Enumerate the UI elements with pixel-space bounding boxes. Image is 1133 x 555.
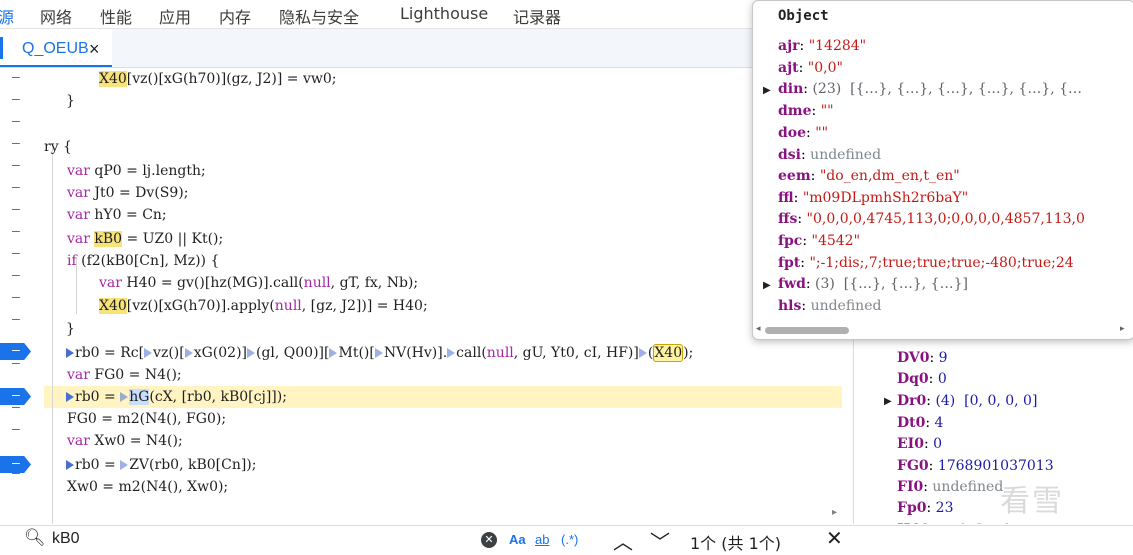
gutter-marker[interactable]: – (12, 312, 20, 327)
tab-recorder[interactable]: 记录器 (513, 4, 561, 28)
code-line: Xw0 = m2(N4(), Xw0); (67, 479, 229, 495)
scope-row[interactable]: Dr0: (4) [0, 0, 0, 0] (897, 393, 1037, 409)
tab-sources[interactable]: 源 (0, 4, 14, 28)
search-match-token: X40 (99, 71, 127, 87)
code-line: X40[vz()[xG(h70)].apply(null, [gz, J2])]… (99, 298, 428, 314)
scroll-right-icon[interactable]: ▸ (832, 507, 837, 518)
popover-prop-row[interactable]: dsi: undefined (778, 147, 881, 163)
scroll-right-icon[interactable]: ▸ (1120, 323, 1125, 334)
gutter-marker[interactable]: – (12, 202, 20, 217)
gutter-marker[interactable]: – (12, 224, 20, 239)
gutter-marker[interactable]: – (12, 70, 20, 85)
code-line: var H40 = gv()[hz(MG)].call(null, gT, fx… (99, 275, 419, 291)
tab-performance[interactable]: 性能 (100, 4, 132, 28)
popover-prop-row[interactable]: ffs: "0,0,0,0,4745,113,0;0,0,0,0,4857,11… (778, 211, 1085, 227)
code-line: rb0 = ZV(rb0, kB0[Cn]); (44, 454, 256, 476)
scope-row[interactable]: Dq0: 0 (897, 371, 947, 387)
gutter-marker[interactable]: – (12, 180, 20, 195)
popover-prop-row[interactable]: fpc: "4542" (778, 233, 860, 249)
gutter-marker[interactable]: – (12, 268, 20, 283)
expand-arrow-icon[interactable]: ▶ (763, 85, 771, 96)
gutter-marker[interactable]: – (12, 290, 20, 305)
popover-prop-row[interactable]: dme: "" (778, 103, 834, 119)
scope-row[interactable]: H40: undefined (897, 522, 1010, 524)
gutter-marker[interactable]: – (12, 136, 20, 151)
search-match-token: X40 (653, 344, 684, 362)
gutter-marker[interactable]: – (12, 466, 20, 481)
close-search-icon[interactable]: ✕ (826, 526, 843, 551)
search-match-token: kB0 (94, 231, 123, 247)
tab-memory[interactable]: 内存 (219, 4, 251, 28)
previous-match-icon[interactable]: ︿ (613, 526, 633, 555)
popover-horizontal-scrollbar[interactable]: ◂ ▸ (753, 321, 1133, 339)
code-line: X40[vz()[xG(h70)](gz, J2)] = vw0; (44, 68, 337, 90)
scrollbar-thumb[interactable] (765, 327, 849, 334)
line-gutter[interactable]: – – – – – – – – – – – – – – – – – – – (0, 68, 44, 524)
active-tab-indicator (0, 37, 3, 59)
popover-prop-row[interactable]: eem: "do_en,dm_en,t_en" (778, 168, 960, 184)
scope-row[interactable]: FI0: undefined (897, 479, 1003, 495)
gutter-marker[interactable]: – (12, 356, 20, 371)
gutter-marker[interactable]: – (12, 114, 20, 129)
code-line: rb0 = Rc[vz()[xG(02)] (gl, Q00)][Mt()[NV(… (44, 342, 693, 364)
close-icon[interactable]: × (89, 39, 100, 60)
scope-row[interactable]: Fp0: 23 (897, 500, 953, 516)
match-count: 1个 (共 1个) (690, 534, 782, 553)
gutter-marker[interactable]: – (12, 158, 20, 173)
scope-row[interactable]: FG0: 1768901037013 (897, 458, 1054, 474)
code-line: FG0 = m2(N4(), FG0); (67, 411, 227, 427)
popover-prop-row[interactable]: ajt: "0,0" (778, 60, 843, 76)
expand-arrow-icon[interactable]: ▶ (884, 396, 892, 407)
code-line-current: rb0 = hG(cX, [rb0, kB0[cj]]); (44, 386, 287, 408)
popover-prop-row[interactable]: hls: undefined (778, 298, 881, 314)
popover-prop-row[interactable]: din: (23) [{…}, {…}, {…}, {…}, {…}, {… (778, 81, 1082, 97)
popover-title: Object (778, 8, 829, 24)
match-case-toggle[interactable]: Aa (509, 532, 526, 547)
popover-prop-row[interactable]: fwd: (3) [{…}, {…}, {…}] (778, 276, 968, 292)
expand-arrow-icon[interactable]: ▶ (763, 280, 771, 291)
tab-network[interactable]: 网络 (40, 4, 72, 28)
scope-pane: BV0: "F1ZtE" DV0: 9 Dq0: 0 ▶ Dr0: (4) [0… (853, 330, 1133, 524)
code-line: var Xw0 = N4(); (67, 433, 183, 449)
scope-row[interactable]: EI0: 0 (897, 436, 942, 452)
gutter-marker[interactable]: – (12, 92, 20, 107)
search-match-token: X40 (99, 298, 127, 314)
code-line: var hY0 = Cn; (67, 207, 167, 223)
scope-row[interactable]: Dt0: 4 (897, 415, 943, 431)
code-text: [vz()[xG(h70)](gz, J2)] = vw0; (126, 71, 337, 87)
file-tab-label: Q_OEUB (22, 40, 89, 57)
file-tab-q-oeub[interactable]: Q_OEUB × (0, 29, 112, 67)
regex-toggle[interactable]: (.*) (561, 532, 578, 547)
tab-privacy-security[interactable]: 隐私与安全 (279, 4, 359, 28)
code-line: } (66, 93, 75, 109)
code-line: } (66, 321, 75, 337)
code-line: var qP0 = lj.length; (67, 163, 206, 179)
popover-prop-row[interactable]: doe: "" (778, 125, 828, 141)
find-bar: 🔍︎ ✕ Aa ab (.*) ︿ ﹀ 1个 (共 1个) ✕ (0, 525, 1133, 554)
search-icon: 🔍︎ (24, 528, 46, 547)
scroll-left-icon[interactable]: ◂ (756, 323, 761, 334)
object-preview-popover: Object ajr: "14284" ajt: "0,0" ▶ din: (2… (752, 0, 1133, 340)
popover-prop-row[interactable]: ffl: "m09DLpmhSh2r6baY" (778, 190, 968, 206)
tab-lighthouse[interactable]: Lighthouse (400, 4, 488, 23)
gutter-marker[interactable]: – (12, 422, 20, 437)
gutter-marker[interactable]: – (12, 246, 20, 261)
next-match-icon[interactable]: ﹀ (650, 526, 670, 555)
scope-row[interactable]: DV0: 9 (897, 350, 948, 366)
code-line: var kB0 = UZ0 || Kt(); (67, 231, 224, 247)
code-editor[interactable]: – – – – – – – – – – – – – – – – – – – X4… (0, 68, 850, 524)
tab-application[interactable]: 应用 (159, 4, 191, 28)
watermark-logo: 看雪 (1000, 484, 1064, 519)
whole-word-toggle[interactable]: ab (535, 532, 549, 547)
gutter-marker[interactable]: – (12, 400, 20, 415)
code-line: ry { (44, 139, 72, 155)
code-line: if (f2(kB0[Cn], Mz)) { (67, 253, 220, 269)
code-line: var Jt0 = Dv(S9); (67, 185, 189, 201)
code-line: var FG0 = N4(); (67, 367, 182, 383)
search-input[interactable] (52, 530, 412, 548)
popover-prop-row[interactable]: fpt: ";-1;dis;,7;true;true;true;-480;tru… (778, 255, 1074, 271)
popover-prop-row[interactable]: ajr: "14284" (778, 38, 866, 54)
clear-search-icon[interactable]: ✕ (481, 532, 497, 548)
